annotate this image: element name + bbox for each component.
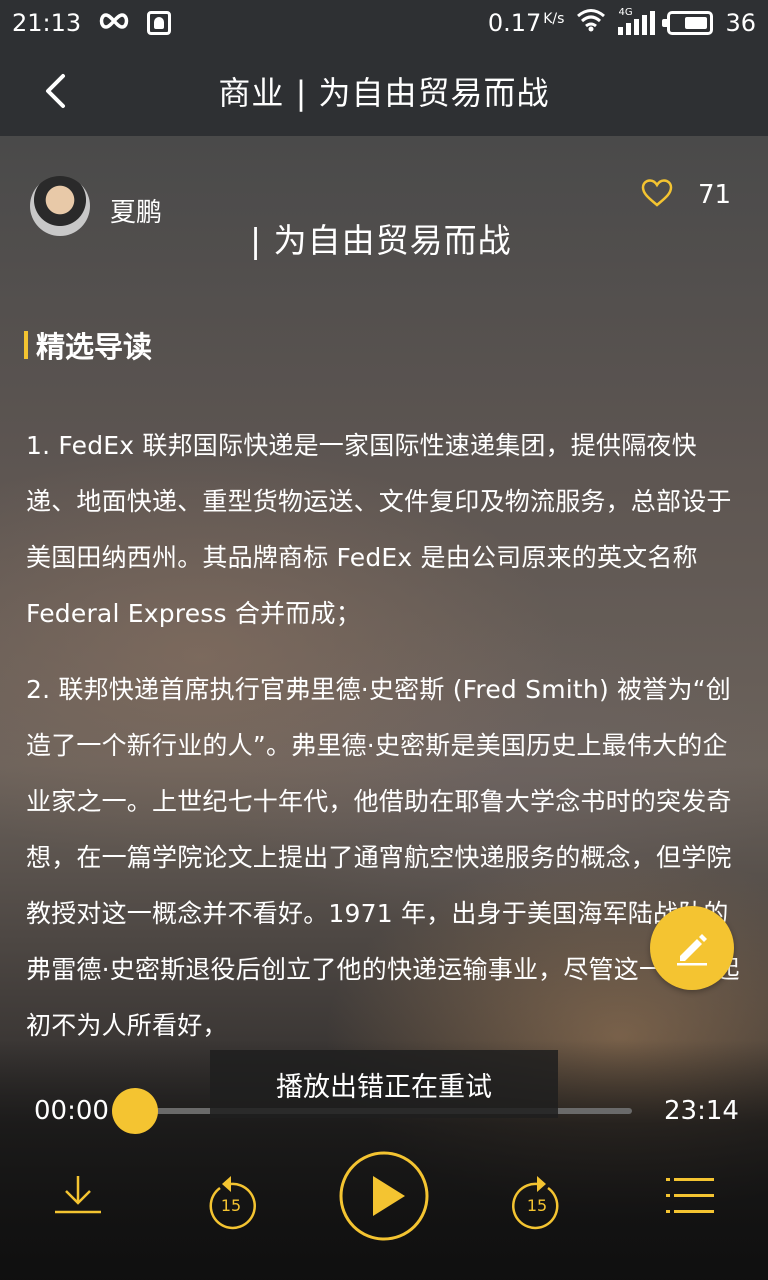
paragraph-1: 1. FedEx 联邦国际快递是一家国际性速递集团，提供隔夜快递、地面快递、重型… xyxy=(26,431,732,628)
battery-icon xyxy=(662,11,714,35)
page-title: 商业 | 为自由贸易而战 xyxy=(218,74,550,112)
network-speed: 0.17 xyxy=(487,9,542,37)
chevron-left-icon xyxy=(46,74,65,108)
heart-icon[interactable] xyxy=(640,178,674,212)
download-icon xyxy=(55,1176,101,1214)
paragraph-2: 2. 联邦快递首席执行官弗里德·史密斯 (Fred Smith) 被誉为“创造了… xyxy=(26,675,740,1040)
notification-icon xyxy=(147,11,172,35)
forward-15-button[interactable]: 15 xyxy=(508,1166,566,1230)
section-header: 精选导读 xyxy=(24,324,152,366)
nav-bar: 商业 | 为自由贸易而战 xyxy=(0,46,768,136)
like-count: 71 xyxy=(698,180,732,210)
author-name[interactable]: 夏鹏 xyxy=(110,192,162,229)
playlist-button[interactable] xyxy=(664,1174,716,1218)
status-time: 21:13 xyxy=(12,9,82,37)
player-controls: 15 15 xyxy=(0,1150,768,1250)
wifi-icon xyxy=(576,8,606,38)
infinity-icon xyxy=(97,9,131,37)
play-button[interactable] xyxy=(338,1150,430,1242)
article-subtitle: | 为自由贸易而战 xyxy=(250,221,512,260)
rewind-seconds: 15 xyxy=(220,1196,242,1215)
error-toast: 播放出错正在重试 xyxy=(210,1050,558,1118)
forward-seconds: 15 xyxy=(526,1196,548,1215)
playlist-icon xyxy=(666,1178,714,1213)
status-bar: 21:13 0.17 K/s 4G 36 xyxy=(0,0,768,46)
edit-note-button[interactable] xyxy=(650,906,734,990)
section-accent-bar xyxy=(24,331,28,359)
pencil-icon xyxy=(677,934,707,966)
signal-icon: 4G xyxy=(618,7,656,35)
like-section: 71 xyxy=(640,178,731,212)
avatar[interactable] xyxy=(30,176,90,236)
section-title: 精选导读 xyxy=(36,330,153,364)
network-unit: K/s xyxy=(543,11,565,27)
play-icon xyxy=(339,1151,429,1241)
download-button[interactable] xyxy=(52,1170,104,1222)
current-time: 00:00 xyxy=(34,1096,109,1126)
battery-level: 36 xyxy=(725,9,756,37)
total-time: 23:14 xyxy=(664,1096,739,1126)
rewind-15-button[interactable]: 15 xyxy=(202,1166,260,1230)
progress-thumb[interactable] xyxy=(112,1088,158,1134)
back-button[interactable] xyxy=(30,68,80,114)
